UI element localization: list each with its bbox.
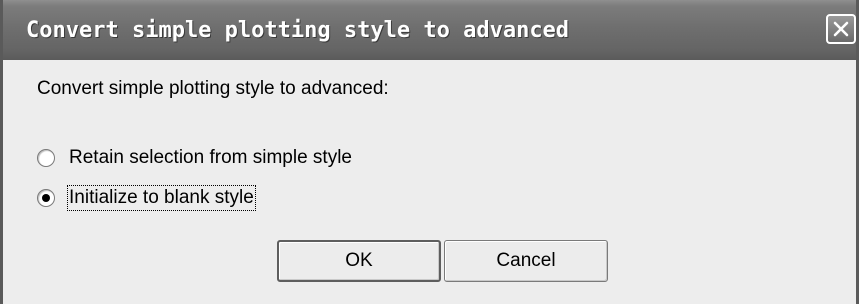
dialog-window: Convert simple plotting style to advance… xyxy=(0,0,859,304)
title-bar[interactable]: Convert simple plotting style to advance… xyxy=(3,0,856,60)
radio-selected-dot xyxy=(42,194,50,202)
close-button[interactable] xyxy=(826,14,856,44)
prompt-label: Convert simple plotting style to advance… xyxy=(37,78,389,99)
close-icon xyxy=(833,21,849,37)
ok-button[interactable]: OK xyxy=(277,240,441,282)
cancel-button[interactable]: Cancel xyxy=(444,240,608,282)
option-label-initialize: Initialize to blank style xyxy=(67,185,256,211)
dialog-body: Convert simple plotting style to advance… xyxy=(3,60,856,304)
radio-retain-selection[interactable] xyxy=(37,149,55,167)
option-initialize-blank[interactable]: Initialize to blank style xyxy=(37,185,256,211)
option-retain-selection[interactable]: Retain selection from simple style xyxy=(37,145,352,171)
option-label-retain: Retain selection from simple style xyxy=(69,147,352,168)
dialog-title: Convert simple plotting style to advance… xyxy=(26,18,570,43)
radio-initialize-blank[interactable] xyxy=(37,189,55,207)
